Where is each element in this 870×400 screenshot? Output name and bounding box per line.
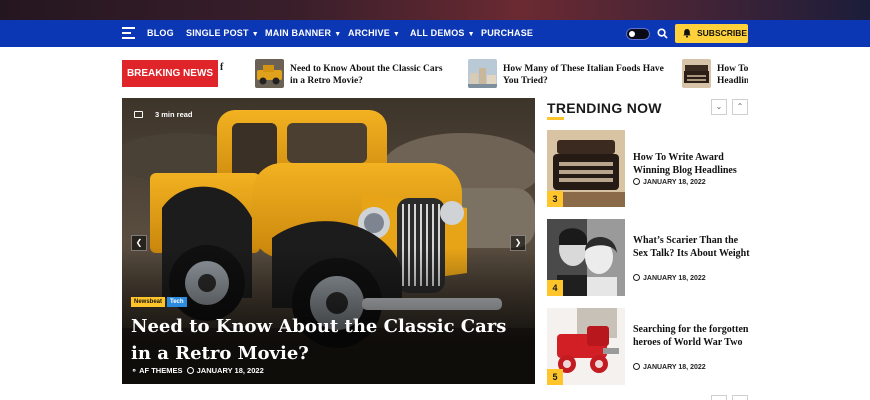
chevron-up-icon: ⌃ [736, 102, 744, 111]
ticker-title-line: in a Retro Movie? [290, 76, 363, 86]
ticker-item[interactable]: How Many of These Italian Foods Have You… [468, 59, 668, 88]
next-section-control[interactable] [732, 395, 748, 400]
top-header-image-strip [0, 0, 870, 20]
nav-item-archive[interactable]: ARCHIVE ▼ [348, 27, 400, 41]
ticker-thumbnail-typewriter [682, 59, 711, 88]
trending-date: JANUARY 18, 2022 [633, 178, 706, 186]
next-section-control[interactable] [711, 395, 727, 400]
category-badge-tech[interactable]: Tech [167, 297, 187, 307]
ticker-title-line: Headlin [717, 76, 748, 86]
trending-heading: TRENDING NOW [547, 100, 662, 116]
clock-icon [633, 274, 640, 281]
ticker-title[interactable]: How To Headlin [717, 63, 748, 87]
ticker-title-line: How To [717, 64, 748, 74]
nav-item-label: PURCHASE [481, 28, 534, 38]
chevron-down-icon: ⌄ [715, 102, 723, 111]
trending-rank-badge: 5 [547, 369, 563, 385]
ticker-title-line: You Tried? [503, 76, 548, 86]
nav-item-all-demos[interactable]: ALL DEMOS ▼ [410, 27, 475, 41]
trending-item[interactable]: 5 Searching for the forgotten heroes of … [547, 308, 752, 385]
clock-icon [633, 178, 640, 185]
bell-icon [683, 29, 691, 38]
trending-date: JANUARY 18, 2022 [633, 363, 706, 371]
hero-prev-button[interactable]: ❮ [131, 235, 147, 251]
ticker-title[interactable]: How Many of These Italian Foods Have You… [503, 63, 664, 87]
subscribe-label: SUBSCRIBE [697, 28, 748, 38]
main-navigation-bar: BLOG SINGLE POST ▼ MAIN BANNER ▼ ARCHIVE ▼ … [0, 20, 870, 47]
hero-author[interactable]: AF THEMES [139, 366, 182, 375]
trending-heading-underline [547, 117, 564, 120]
category-badge-newsbeat[interactable]: Newsbeat [131, 297, 166, 307]
trending-date-text: JANUARY 18, 2022 [643, 275, 706, 282]
nav-item-main-banner[interactable]: MAIN BANNER ▼ [265, 27, 341, 41]
breaking-news-text: BREAKING NEWS [126, 68, 214, 79]
ticker-thumbnail-italy [468, 59, 497, 88]
nav-item-single-post[interactable]: SINGLE POST ▼ [186, 27, 259, 41]
ticker-title-line: Need to Know About the Classic Cars [290, 64, 443, 74]
clock-icon [633, 363, 640, 370]
trending-up-button[interactable]: ⌃ [732, 99, 748, 115]
author-icon: ⚬ [131, 366, 138, 375]
trending-item[interactable]: 3 How To Write Award Winning Blog Headli… [547, 130, 752, 207]
trending-item[interactable]: 4 What’s Scarier Than the Sex Talk? Its … [547, 219, 752, 296]
nav-item-label: BLOG [147, 28, 174, 38]
ticker-fragment[interactable]: f [220, 62, 223, 73]
nav-item-label: ALL DEMOS [410, 28, 465, 38]
ticker-title-line: How Many of These Italian Foods Have [503, 64, 664, 74]
trending-title[interactable]: How To Write Award Winning Blog Headline… [633, 151, 751, 177]
trending-date: JANUARY 18, 2022 [633, 274, 706, 282]
read-time-text: 3 min read [155, 110, 193, 119]
trending-down-button[interactable]: ⌄ [711, 99, 727, 115]
trending-title[interactable]: What’s Scarier Than the Sex Talk? Its Ab… [633, 234, 751, 260]
hero-title[interactable]: Need to Know About the Classic Cars in a… [131, 313, 526, 367]
hero-banner[interactable]: 3 min read ❮ ❯ Newsbeat Tech Need to Kno… [122, 98, 535, 384]
trending-thumbnail[interactable]: 3 [547, 130, 625, 207]
camera-icon [134, 111, 143, 118]
read-time: 3 min read [134, 110, 193, 119]
hamburger-menu-icon[interactable] [122, 27, 135, 39]
chevron-down-icon: ▼ [392, 31, 401, 38]
ticker-item[interactable]: Need to Know About the Classic Cars in a… [255, 59, 455, 88]
ticker-title[interactable]: Need to Know About the Classic Cars in a… [290, 63, 443, 87]
ticker-item[interactable]: How To Headlin [682, 59, 748, 88]
clock-icon [186, 367, 194, 374]
nav-item-blog[interactable]: BLOG [147, 27, 174, 40]
subscribe-button[interactable]: SUBSCRIBE [675, 24, 748, 43]
chevron-down-icon: ▼ [334, 31, 342, 38]
nav-item-label: SINGLE POST [186, 28, 249, 38]
toggle-knob [629, 31, 635, 37]
trending-date-text: JANUARY 18, 2022 [643, 179, 706, 186]
trending-thumbnail[interactable]: 4 [547, 219, 625, 296]
trending-thumbnail[interactable]: 5 [547, 308, 625, 385]
nav-item-label: MAIN BANNER [265, 28, 332, 38]
ticker-thumbnail-car [255, 59, 284, 88]
trending-title[interactable]: Searching for the forgotten heroes of Wo… [633, 323, 751, 349]
chevron-down-icon: ▼ [251, 31, 259, 38]
hero-date: JANUARY 18, 2022 [196, 366, 264, 375]
hero-next-button[interactable]: ❯ [510, 235, 526, 251]
nav-item-label: ARCHIVE [348, 28, 390, 38]
nav-item-purchase[interactable]: PURCHASE [481, 27, 533, 40]
breaking-news-label: BREAKING NEWS [122, 60, 218, 87]
chevron-left-icon: ❮ [135, 238, 143, 247]
hero-meta: ⚬ AF THEMES JANUARY 18, 2022 [131, 366, 264, 375]
trending-date-text: JANUARY 18, 2022 [643, 364, 706, 371]
chevron-down-icon: ▼ [467, 31, 475, 38]
chevron-right-icon: ❯ [514, 238, 522, 247]
dark-mode-toggle[interactable] [626, 28, 650, 40]
search-icon[interactable] [657, 28, 668, 39]
trending-rank-badge: 3 [547, 191, 563, 207]
trending-rank-badge: 4 [547, 280, 563, 296]
